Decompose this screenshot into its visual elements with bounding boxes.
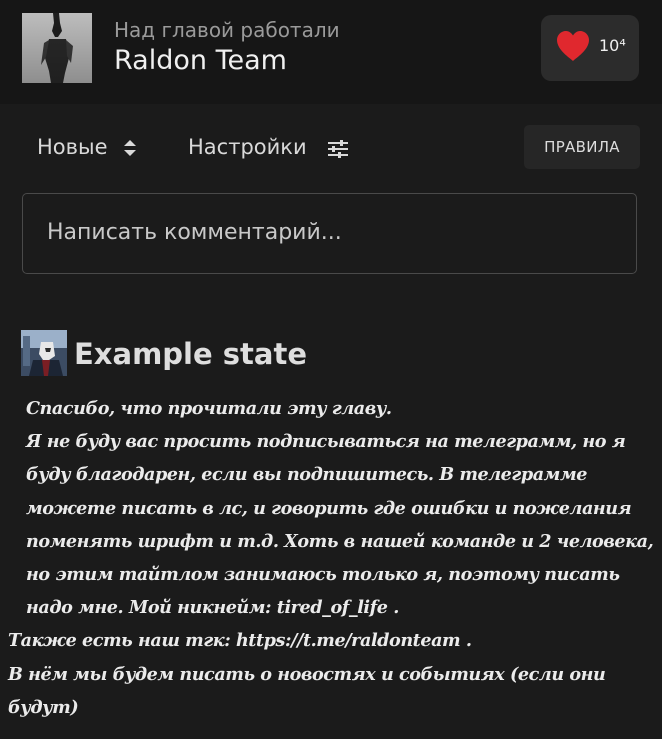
like-button[interactable]: 10⁴ [541, 15, 639, 81]
sort-button[interactable]: Новые [37, 135, 136, 159]
note-line: Также есть наш тгк: https://t.me/raldont… [8, 630, 472, 652]
sort-updown-icon [123, 138, 137, 163]
team-avatar[interactable] [22, 13, 92, 83]
settings-button[interactable]: Настройки [188, 135, 348, 159]
rules-button[interactable]: ПРАВИЛА [524, 125, 640, 169]
note-line: Я не буду вас просить подписываться на т… [26, 431, 654, 619]
team-caption: Над главой работали [114, 18, 340, 42]
comment-input[interactable]: Написать комментарий... [22, 193, 637, 274]
note-line: Спасибо, что прочитали эту главу. [26, 398, 392, 419]
team-name[interactable]: Raldon Team [114, 45, 287, 76]
chapter-team-header: Над главой работали Raldon Team 10⁴ [0, 0, 662, 104]
note-title: Example state [74, 337, 307, 371]
comments-toolbar: Новые Настройки ПРАВИЛА [0, 125, 662, 175]
note-line: В нём мы будем писать о новостях и событ… [8, 663, 606, 718]
sort-label: Новые [37, 135, 108, 159]
like-count: 10⁴ [599, 36, 626, 55]
translator-note: Спасибо, что прочитали эту главу. Я не б… [8, 392, 656, 724]
translator-avatar[interactable] [21, 330, 67, 376]
heart-icon [555, 30, 591, 66]
comment-placeholder: Написать комментарий... [47, 220, 342, 245]
settings-label: Настройки [188, 135, 307, 159]
sliders-icon [327, 139, 349, 164]
